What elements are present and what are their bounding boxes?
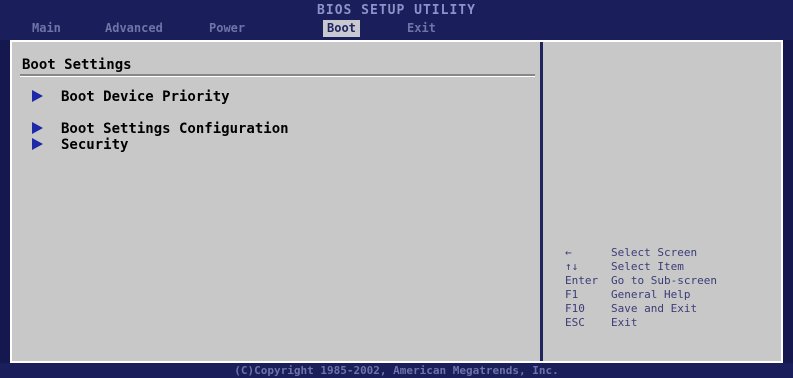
help-row-esc: ESC Exit (565, 316, 638, 330)
help-desc: Select Screen (611, 246, 698, 259)
help-desc: Exit (611, 316, 638, 329)
panel-divider (540, 42, 543, 361)
copyright-text: (C)Copyright 1985-2002, American Megatre… (234, 364, 559, 377)
bios-title: BIOS SETUP UTILITY (317, 3, 476, 18)
help-key: F10 (565, 302, 585, 315)
tab-advanced[interactable]: Advanced (101, 20, 167, 37)
title-divider (20, 74, 535, 77)
menu-item-label: Security (61, 137, 129, 153)
help-row-enter: Enter Go to Sub-screen (565, 274, 717, 288)
help-key: ESC (565, 316, 585, 329)
menu-item-boot-device-priority[interactable]: Boot Device Priority (32, 88, 230, 106)
help-row-select-screen: ← Select Screen (565, 246, 697, 260)
help-desc: General Help (611, 288, 691, 301)
left-arrow-icon: ← (565, 246, 572, 259)
tab-main[interactable]: Main (28, 20, 65, 37)
submenu-arrow-icon (32, 122, 43, 134)
top-menu-bar: BIOS SETUP UTILITY Main Advanced Power B… (0, 0, 793, 40)
tab-power[interactable]: Power (205, 20, 249, 37)
menu-item-security[interactable]: Security (32, 136, 128, 154)
tab-boot[interactable]: Boot (323, 20, 360, 37)
help-row-f1: F1 General Help (565, 288, 690, 302)
footer-bar: (C)Copyright 1985-2002, American Megatre… (0, 363, 793, 378)
submenu-arrow-icon (32, 90, 43, 102)
up-down-arrows-icon: ↑↓ (565, 260, 579, 273)
help-desc: Go to Sub-screen (611, 274, 717, 287)
menu-item-label: Boot Device Priority (61, 89, 230, 105)
section-title: Boot Settings (22, 57, 132, 73)
submenu-arrow-icon (32, 138, 43, 150)
help-row-f10: F10 Save and Exit (565, 302, 697, 316)
tab-exit[interactable]: Exit (403, 20, 440, 37)
help-desc: Save and Exit (611, 302, 698, 315)
help-key: Enter (565, 274, 599, 287)
help-desc: Select Item (611, 260, 684, 273)
menu-item-label: Boot Settings Configuration (61, 121, 289, 137)
help-key: F1 (565, 288, 579, 301)
help-row-select-item: ↑↓ Select Item (565, 260, 684, 274)
